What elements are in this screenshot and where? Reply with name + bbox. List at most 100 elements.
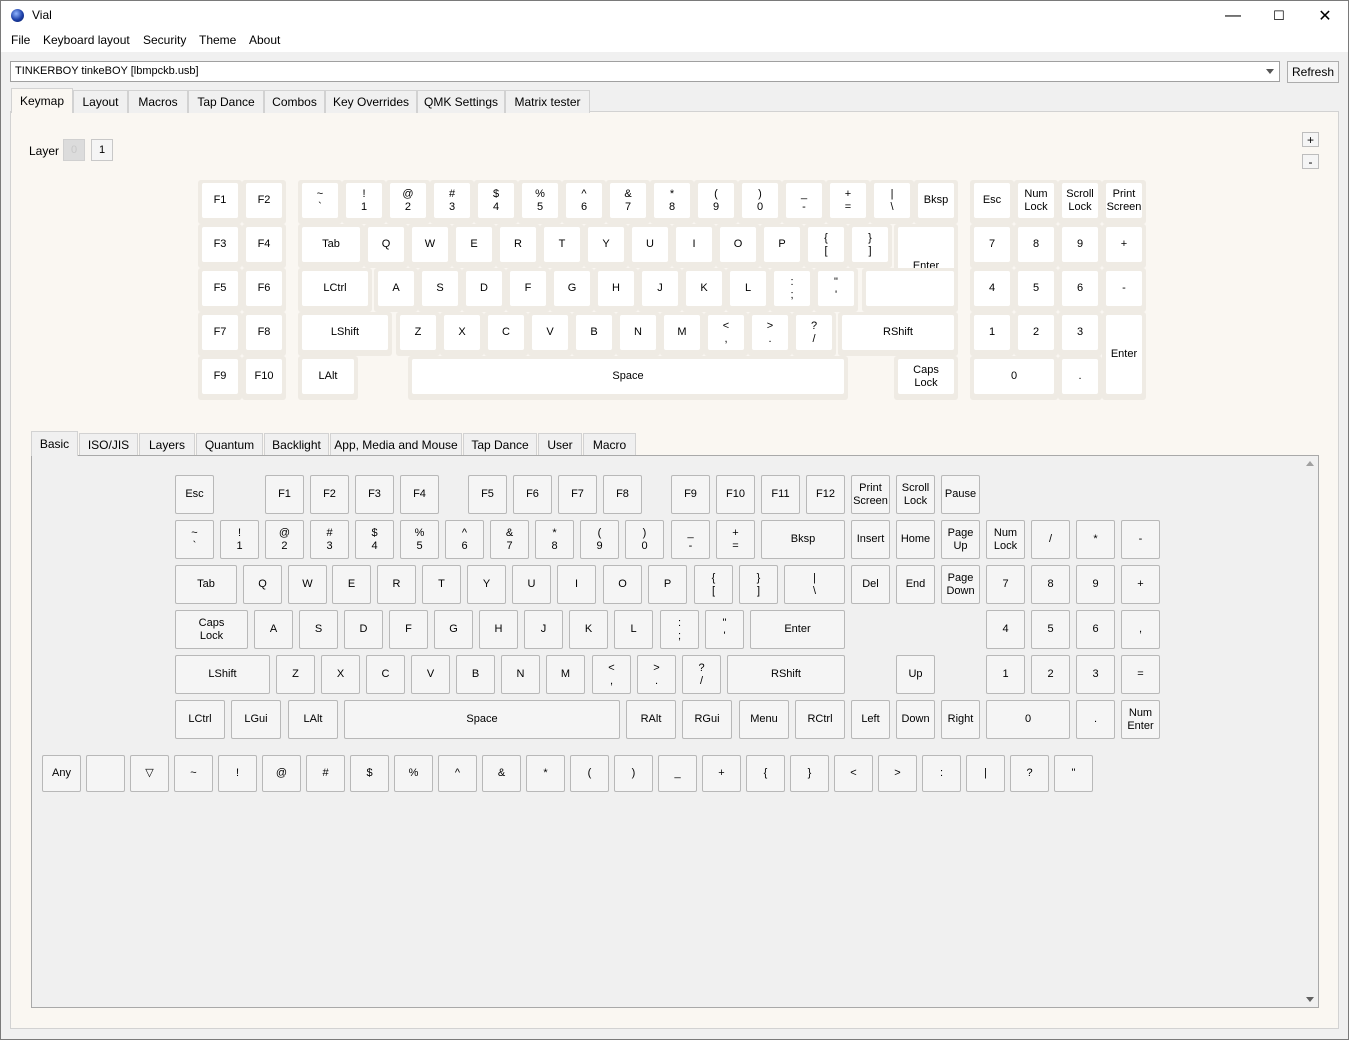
keycode-symbol[interactable]: { [ [694, 565, 733, 604]
keycode-symbol[interactable]: _ - [671, 520, 710, 559]
keycode-up[interactable]: Up [896, 655, 935, 694]
keycode-page-up[interactable]: Page Up [941, 520, 980, 559]
keycode-caps-lock[interactable]: Caps Lock [175, 610, 248, 649]
keycode-y[interactable]: Y [467, 565, 506, 604]
keycode-9[interactable]: ( 9 [580, 520, 619, 559]
keycode-w[interactable]: W [288, 565, 327, 604]
keycode-f3[interactable]: F3 [355, 475, 394, 514]
keycode-blank[interactable] [86, 755, 125, 792]
keycode-9[interactable]: 9 [1076, 565, 1115, 604]
keycode-2[interactable]: 2 [1031, 655, 1070, 694]
keycode-symbol[interactable]: & [482, 755, 521, 792]
keycode-symbol[interactable]: / [1031, 520, 1070, 559]
keycode-symbol[interactable]: : [922, 755, 961, 792]
keycode-symbol[interactable]: > . [637, 655, 676, 694]
keycode-home[interactable]: Home [896, 520, 935, 559]
keycode-symbol[interactable]: ~ [174, 755, 213, 792]
keycode-symbol[interactable]: _ [658, 755, 697, 792]
keycode-symbol[interactable]: > [878, 755, 917, 792]
keycode-symbol[interactable]: ) [614, 755, 653, 792]
keycode-2[interactable]: @ 2 [265, 520, 304, 559]
keycode-f4[interactable]: F4 [400, 475, 439, 514]
keycode-i[interactable]: I [557, 565, 596, 604]
keycode-0[interactable]: ) 0 [625, 520, 664, 559]
keycode-space[interactable]: Space [344, 700, 620, 739]
keycode-symbol[interactable]: ? / [682, 655, 721, 694]
keycode-8[interactable]: 8 [1031, 565, 1070, 604]
keycode-esc[interactable]: Esc [175, 475, 214, 514]
keycode-symbol[interactable]: ~ ` [175, 520, 214, 559]
keycode-symbol[interactable]: . [1076, 700, 1115, 739]
keycode-menu[interactable]: Menu [739, 700, 789, 739]
keycode-k[interactable]: K [569, 610, 608, 649]
keycode-symbol[interactable]: } [790, 755, 829, 792]
keycode-symbol[interactable]: < [834, 755, 873, 792]
keycode-lgui[interactable]: LGui [231, 700, 281, 739]
keycode-4[interactable]: 4 [986, 610, 1025, 649]
keycode-x[interactable]: X [321, 655, 360, 694]
keycode-num-lock[interactable]: Num Lock [986, 520, 1025, 559]
keycode-num-enter[interactable]: Num Enter [1121, 700, 1160, 739]
keycode-f12[interactable]: F12 [806, 475, 845, 514]
keycode-symbol[interactable]: + [702, 755, 741, 792]
keycode-f6[interactable]: F6 [513, 475, 552, 514]
keycode-g[interactable]: G [434, 610, 473, 649]
keycode-h[interactable]: H [479, 610, 518, 649]
keycode-f5[interactable]: F5 [468, 475, 507, 514]
keycode-lctrl[interactable]: LCtrl [175, 700, 225, 739]
keycode-page-down[interactable]: Page Down [941, 565, 980, 604]
keycode-symbol[interactable]: ^ [438, 755, 477, 792]
keycode-c[interactable]: C [366, 655, 405, 694]
keycode-6[interactable]: ^ 6 [445, 520, 484, 559]
keycode-1[interactable]: ! 1 [220, 520, 259, 559]
keycode-left[interactable]: Left [851, 700, 890, 739]
keycode-symbol[interactable]: # [306, 755, 345, 792]
keycode-symbol[interactable]: + [1121, 565, 1160, 604]
keycode-f2[interactable]: F2 [310, 475, 349, 514]
keycode-ralt[interactable]: RAlt [626, 700, 676, 739]
keycode-end[interactable]: End [896, 565, 935, 604]
keycode-symbol[interactable]: | [966, 755, 1005, 792]
keycode-enter[interactable]: Enter [750, 610, 845, 649]
keycode-e[interactable]: E [332, 565, 371, 604]
keycode-v[interactable]: V [411, 655, 450, 694]
keycode-any[interactable]: Any [42, 755, 81, 792]
keycode-8[interactable]: * 8 [535, 520, 574, 559]
keycode-7[interactable]: 7 [986, 565, 1025, 604]
keycode-6[interactable]: 6 [1076, 610, 1115, 649]
keycode-m[interactable]: M [546, 655, 585, 694]
keycode-symbol[interactable]: : ; [660, 610, 699, 649]
tab-keymap[interactable]: Keymap [11, 88, 73, 113]
keycode-b[interactable]: B [456, 655, 495, 694]
keycode-p[interactable]: P [648, 565, 687, 604]
keycode-symbol[interactable]: - [1121, 520, 1160, 559]
keycode-symbol[interactable]: ( [570, 755, 609, 792]
keycode-symbol[interactable]: % [394, 755, 433, 792]
keycode-right[interactable]: Right [941, 700, 980, 739]
keycode-n[interactable]: N [501, 655, 540, 694]
keycode-symbol[interactable]: } ] [739, 565, 778, 604]
keycode-transparent[interactable]: ▽ [130, 755, 169, 792]
keycode-symbol[interactable]: + = [716, 520, 755, 559]
keycode-j[interactable]: J [524, 610, 563, 649]
keycode-f7[interactable]: F7 [558, 475, 597, 514]
keycode-symbol[interactable]: = [1121, 655, 1160, 694]
keycode-symbol[interactable]: $ [350, 755, 389, 792]
keycode-lshift[interactable]: LShift [175, 655, 270, 694]
keycode-symbol[interactable]: * [1076, 520, 1115, 559]
keycode-down[interactable]: Down [896, 700, 935, 739]
keycode-z[interactable]: Z [276, 655, 315, 694]
keycode-3[interactable]: # 3 [310, 520, 349, 559]
keycode-rgui[interactable]: RGui [682, 700, 732, 739]
keycode-3[interactable]: 3 [1076, 655, 1115, 694]
keycode-f11[interactable]: F11 [761, 475, 800, 514]
keycode-print-screen[interactable]: Print Screen [851, 475, 890, 514]
keycode-insert[interactable]: Insert [851, 520, 890, 559]
keycode-lalt[interactable]: LAlt [288, 700, 338, 739]
keycode-tab[interactable]: Tab [175, 565, 237, 604]
keycode-0[interactable]: 0 [986, 700, 1070, 739]
keycode-d[interactable]: D [344, 610, 383, 649]
keycode-5[interactable]: 5 [1031, 610, 1070, 649]
keycode-f10[interactable]: F10 [716, 475, 755, 514]
keycode-symbol[interactable]: , [1121, 610, 1160, 649]
